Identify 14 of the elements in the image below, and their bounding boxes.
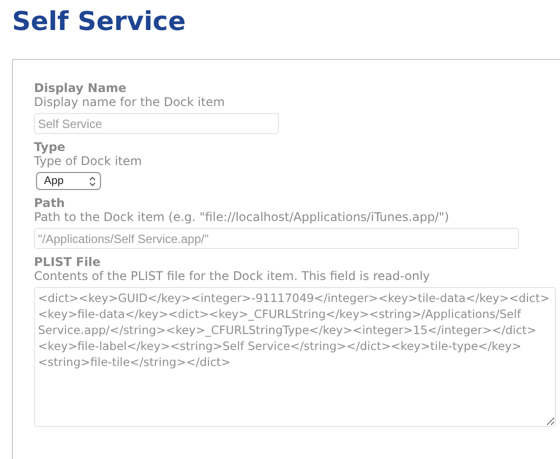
- display-name-field[interactable]: Self Service: [34, 113, 279, 134]
- field-label: PLIST File: [34, 255, 100, 269]
- page-title: Self Service: [12, 6, 187, 39]
- field-description: Contents of the PLIST file for the Dock item. This field is read-only: [34, 269, 430, 284]
- path-field[interactable]: "/Applications/Self Service.app/": [34, 228, 519, 249]
- field-description: Type of Dock item: [34, 154, 142, 169]
- updown-chevron-icon: [89, 176, 96, 186]
- field-label: Path: [34, 196, 65, 210]
- field-description: Display name for the Dock item: [34, 95, 225, 110]
- field-description: Path to the Dock item (e.g. "file://localhost/Applications/iTunes.app/"): [34, 210, 450, 225]
- field-label: Type: [34, 140, 66, 154]
- field-label: Display Name: [34, 81, 126, 95]
- type-select[interactable]: App: [36, 172, 101, 190]
- plist-textarea[interactable]: <dict><key>GUID</key><integer>-91117049</integer><key>tile-data</key><dict><key>file-data</key><dict><key>_CFURLString</key><string>/Applications/Self Service.app/</string><key>_CFURLStringType</key><integer>15</integer></dict><key>file-label</key><string>Self Service</string></dict><key>tile-type</key><string>file-tile</string></dict>: [34, 287, 556, 427]
